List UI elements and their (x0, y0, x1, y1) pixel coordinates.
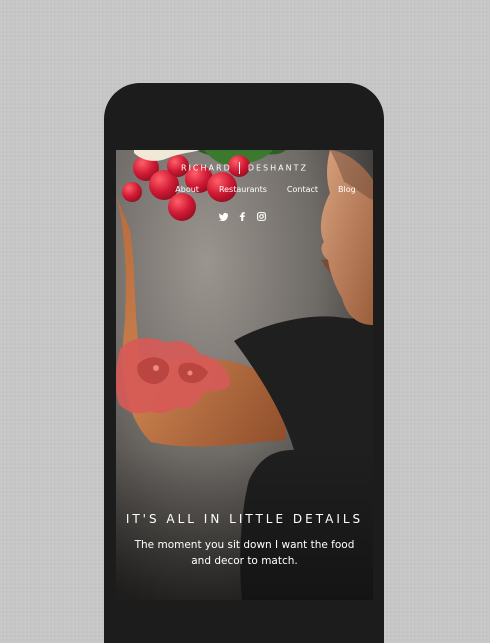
facebook-icon[interactable] (238, 208, 247, 221)
instagram-icon[interactable] (257, 208, 266, 221)
hero-title: IT'S ALL IN LITTLE DETAILS (125, 512, 364, 526)
main-nav: About Restaurants Contact Blog (116, 185, 373, 194)
brand-first: RICHARD (181, 163, 232, 173)
brand-last: DESHANTZ (247, 163, 308, 173)
mobile-screen: RICHARD DESHANTZ About Restaurants Conta… (116, 150, 373, 600)
nav-link-contact[interactable]: Contact (287, 185, 318, 194)
nav-link-blog[interactable]: Blog (338, 185, 356, 194)
nav-link-about[interactable]: About (175, 185, 199, 194)
twitter-icon[interactable] (218, 208, 228, 222)
brand-separator (239, 162, 241, 174)
nav-link-restaurants[interactable]: Restaurants (219, 185, 267, 194)
hero-subtitle: The moment you sit down I want the food … (134, 539, 355, 567)
social-links (218, 208, 266, 222)
site-logo[interactable]: RICHARD DESHANTZ (116, 162, 373, 174)
